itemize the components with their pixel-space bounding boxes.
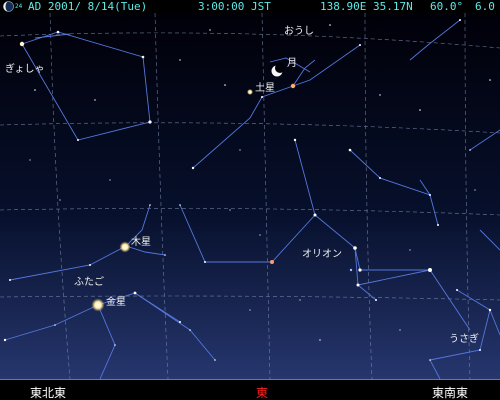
status-bar: 24 AD 2001/ 8/14(Tue) 3:00:00 JST 138.90… (0, 0, 500, 13)
capella-star[interactable] (19, 41, 25, 47)
location-readout: 138.90E 35.17N (320, 0, 413, 13)
rigel-star[interactable] (349, 268, 353, 272)
sky-background (0, 13, 500, 379)
direction-center[interactable]: 東 (256, 384, 268, 400)
label-perseus: おうし (284, 25, 314, 37)
venus-icon[interactable] (91, 298, 105, 312)
betelgeuse-star[interactable] (270, 260, 274, 264)
label-auriga: ぎょしゃ (5, 62, 45, 75)
star-map[interactable]: ぎょしゃ おうし 月 土星 木星 ふたご 金星 オリオン うさぎ (0, 13, 500, 379)
label-gemini: ふたご (74, 275, 104, 288)
label-jupiter: 木星 (131, 236, 151, 248)
label-venus: 金星 (106, 295, 126, 308)
label-orion: オリオン (302, 248, 342, 260)
direction-right[interactable]: 東南東 (432, 384, 468, 400)
aldebaran-star[interactable] (290, 83, 296, 89)
field-of-view-readout: 60.0° (430, 0, 464, 13)
limiting-magnitude-readout: 6.0 (475, 0, 495, 13)
saturn-icon[interactable] (247, 89, 253, 95)
compass-bar: 東北東 東 東南東 (0, 379, 500, 400)
planetarium-window: 24 AD 2001/ 8/14(Tue) 3:00:00 JST 138.90… (0, 0, 500, 400)
direction-left[interactable]: 東北東 (30, 384, 66, 400)
label-lepus: うさぎ (449, 332, 479, 345)
time-readout: 3:00:00 JST (198, 0, 271, 13)
date-readout: AD 2001/ 8/14(Tue) (28, 0, 148, 13)
label-moon: 月 (287, 57, 297, 69)
moon-phase-icon (3, 1, 14, 12)
label-saturn: 土星 (255, 81, 275, 94)
moon-age: 24 (15, 3, 23, 10)
jupiter-icon[interactable] (119, 241, 131, 253)
